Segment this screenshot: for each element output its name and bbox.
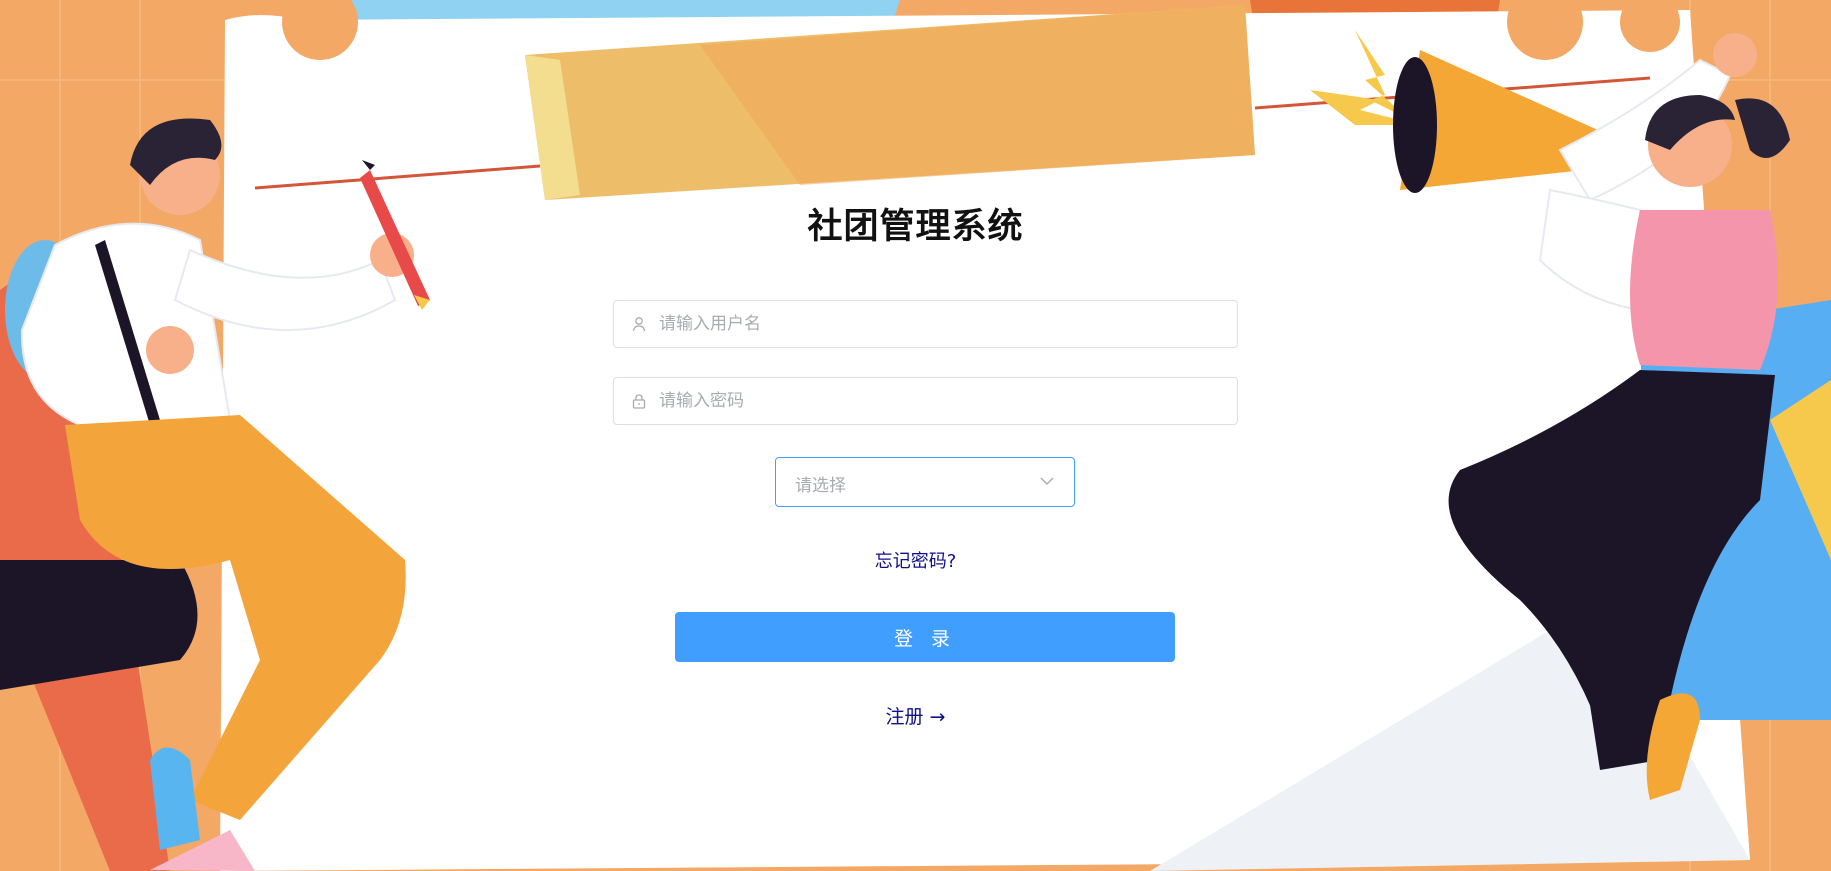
username-input[interactable]: [659, 301, 1219, 347]
background-illustration: [0, 0, 1831, 871]
password-input[interactable]: [659, 378, 1219, 424]
page-title: 社团管理系统: [807, 207, 1024, 247]
password-field[interactable]: [613, 377, 1238, 425]
role-select[interactable]: 请选择: [775, 457, 1075, 507]
chevron-down-icon: [1040, 477, 1054, 485]
role-select-placeholder: 请选择: [795, 476, 846, 496]
forgot-password-link[interactable]: 忘记密码?: [0, 547, 1831, 573]
username-field[interactable]: [613, 300, 1238, 348]
lock-icon: [632, 394, 646, 409]
login-button[interactable]: 登 录: [675, 612, 1175, 662]
register-link[interactable]: 注册 →: [0, 702, 1831, 729]
login-page: 社团管理系统 请选择 忘记密码? 登 录 注册 →: [0, 0, 1831, 871]
user-icon: [632, 317, 646, 332]
